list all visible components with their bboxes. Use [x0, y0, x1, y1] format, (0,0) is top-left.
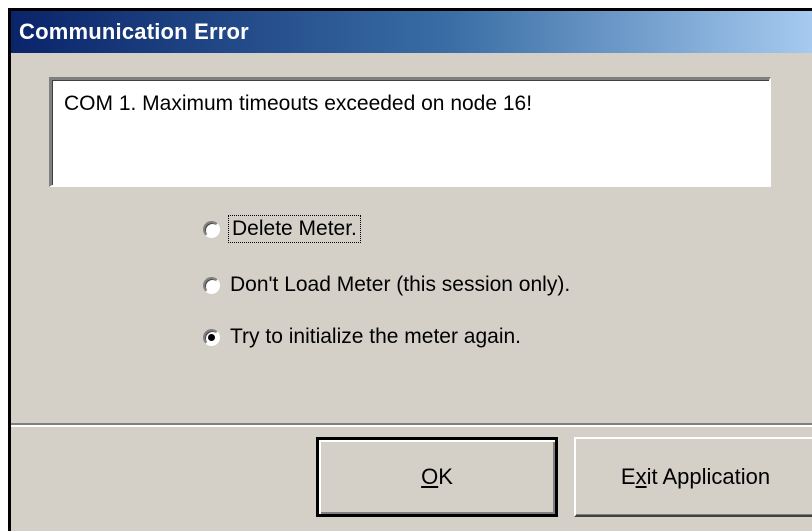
- radio-dont-load-meter[interactable]: [203, 276, 220, 294]
- ok-label-rest: K: [438, 464, 453, 489]
- error-message-box: COM 1. Maximum timeouts exceeded on node…: [49, 77, 771, 187]
- exit-mnemonic: x: [635, 464, 647, 489]
- title-bar[interactable]: Communication Error: [11, 11, 812, 53]
- option-dont-load-meter-label[interactable]: Don't Load Meter (this session only).: [230, 273, 570, 297]
- ok-button[interactable]: OK: [316, 437, 558, 517]
- option-try-initialize-label[interactable]: Try to initialize the meter again.: [230, 325, 521, 349]
- window-title: Communication Error: [19, 19, 249, 44]
- radio-try-initialize[interactable]: [203, 328, 220, 346]
- radio-delete-meter[interactable]: [203, 220, 220, 238]
- communication-error-dialog: Communication Error COM 1. Maximum timeo…: [8, 8, 812, 531]
- option-try-initialize[interactable]: Try to initialize the meter again.: [203, 325, 521, 349]
- ok-mnemonic: O: [421, 464, 439, 489]
- exit-label-pre: E: [620, 464, 636, 489]
- option-delete-meter-label[interactable]: Delete Meter.: [228, 215, 361, 243]
- error-message-text: COM 1. Maximum timeouts exceeded on node…: [64, 92, 533, 115]
- exit-application-button[interactable]: Ex it Application: [574, 437, 812, 517]
- exit-label-rest: it Application: [646, 464, 771, 489]
- option-delete-meter[interactable]: Delete Meter.: [203, 215, 361, 243]
- button-separator: [11, 423, 812, 427]
- option-dont-load-meter[interactable]: Don't Load Meter (this session only).: [203, 273, 570, 297]
